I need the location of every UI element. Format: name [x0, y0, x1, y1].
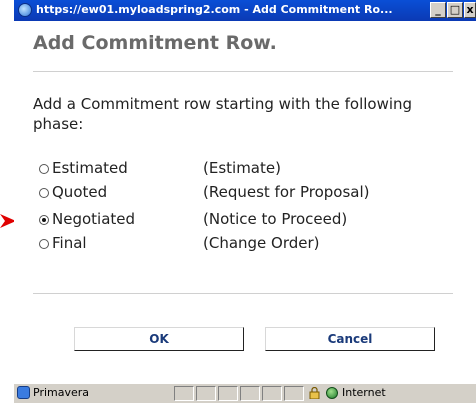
- status-page-label: Primavera: [33, 386, 90, 399]
- buttons-divider: [33, 293, 453, 294]
- option-description: (Request for Proposal): [203, 183, 370, 201]
- ie-page-icon: [18, 3, 32, 17]
- ie-page-icon: [17, 386, 30, 399]
- option-description: (Notice to Proceed): [203, 210, 348, 228]
- lock-icon: [309, 387, 320, 399]
- status-pane: [196, 386, 216, 401]
- close-button[interactable]: x: [464, 2, 476, 18]
- heading-divider: [33, 71, 453, 72]
- status-pane: [174, 386, 194, 401]
- window-title: https://ew01.myloadspring2.com - Add Com…: [36, 3, 393, 16]
- radio-negotiated[interactable]: [39, 215, 49, 225]
- minimize-button[interactable]: _: [430, 2, 446, 18]
- cancel-button[interactable]: Cancel: [265, 327, 435, 351]
- status-bar: Primavera Internet: [14, 383, 476, 403]
- radio-final[interactable]: [39, 239, 49, 249]
- option-label: Negotiated: [52, 210, 136, 228]
- option-description: (Estimate): [203, 159, 281, 177]
- dialog-window: https://ew01.myloadspring2.com - Add Com…: [14, 0, 476, 403]
- dialog-heading: Add Commitment Row.: [33, 32, 277, 54]
- status-pane: [284, 386, 304, 401]
- option-label: Estimated: [52, 159, 128, 177]
- option-description: (Change Order): [203, 234, 320, 252]
- intro-text: Add a Commitment row starting with the f…: [33, 95, 413, 133]
- status-pane: [262, 386, 282, 401]
- globe-icon: [326, 387, 338, 399]
- status-pane: [218, 386, 238, 401]
- radio-estimated[interactable]: [39, 164, 49, 174]
- zone-label: Internet: [342, 386, 386, 399]
- option-label: Quoted: [52, 183, 108, 201]
- status-pane: [240, 386, 260, 401]
- maximize-button[interactable]: □: [447, 2, 463, 18]
- option-label: Final: [52, 234, 87, 252]
- ok-button[interactable]: OK: [74, 327, 244, 351]
- title-bar[interactable]: https://ew01.myloadspring2.com - Add Com…: [14, 0, 476, 21]
- radio-quoted[interactable]: [39, 188, 49, 198]
